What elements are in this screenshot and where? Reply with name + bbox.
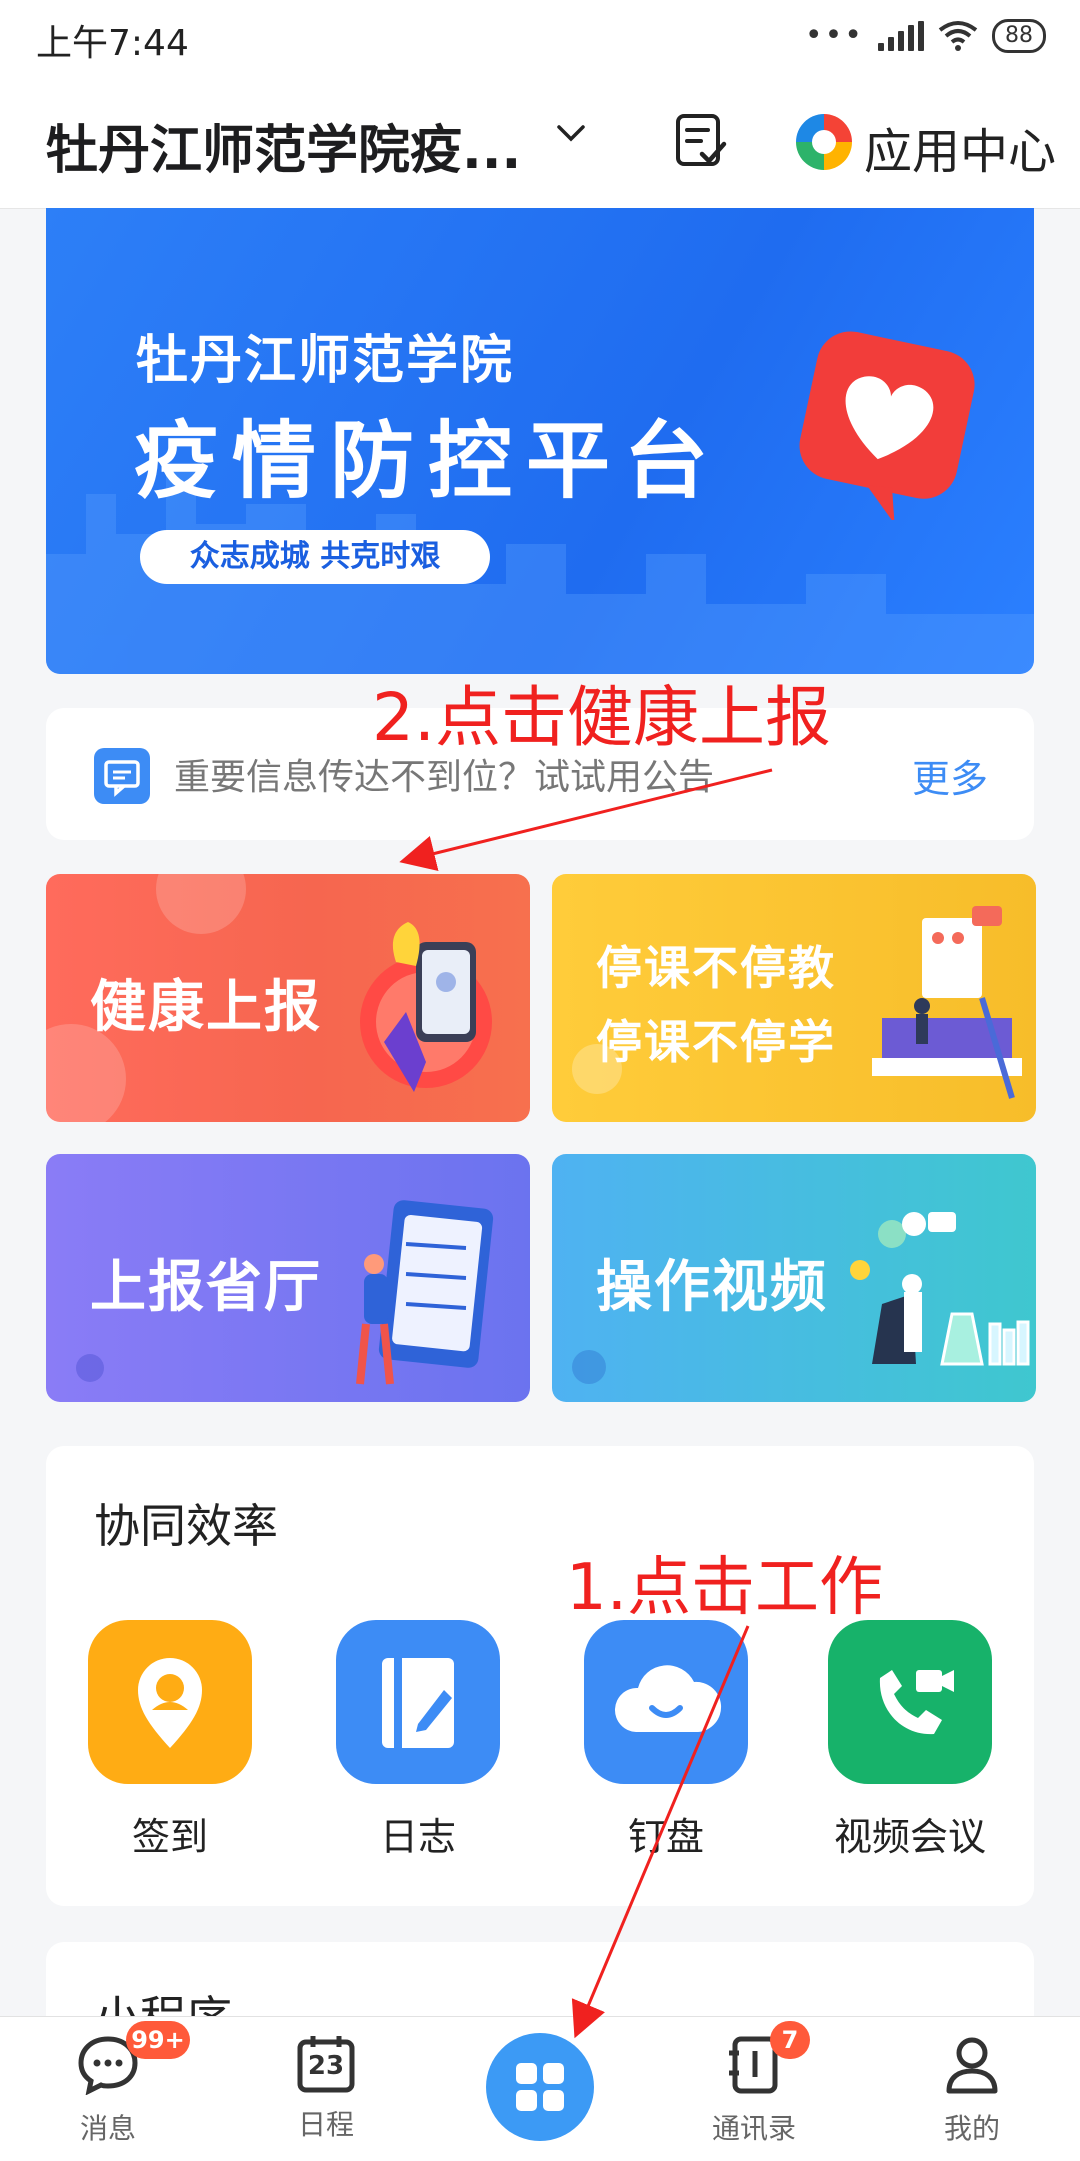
health-report-label: 健康上报 <box>90 975 322 1040</box>
tab-messages[interactable]: 消息 99+ <box>38 2021 190 2147</box>
health-report-illustration <box>360 922 492 1092</box>
bottom-tab-bar: 消息 99+ 23 日程 通讯录 7 我的 <box>0 2016 1080 2161</box>
calendar-icon: 23 <box>295 2033 357 2095</box>
location-pin-icon[interactable] <box>88 1620 252 1784</box>
heart-icon <box>799 331 975 520</box>
lab-illustration <box>850 1212 1030 1366</box>
org-title[interactable]: 牡丹江师范学院疫... <box>46 108 521 183</box>
chevron-down-icon[interactable] <box>556 118 586 148</box>
tab-work[interactable] <box>486 2033 594 2141</box>
report-province-label: 上报省厅 <box>90 1255 322 1320</box>
tutorial-video-card[interactable]: 操作视频 <box>552 1154 1036 1402</box>
report-province-card[interactable]: 上报省厅 <box>46 1154 530 1402</box>
notebook-icon[interactable] <box>336 1620 500 1784</box>
tab-messages-label: 消息 <box>79 2112 136 2145</box>
more-dots-icon: ••• <box>804 18 864 53</box>
video-call-icon[interactable] <box>828 1620 992 1784</box>
tab-me-label: 我的 <box>943 2112 1000 2145</box>
log-app[interactable]: 日志 <box>336 1620 538 1861</box>
tab-me[interactable]: 我的 <box>902 2033 1042 2147</box>
app-header: 牡丹江师范学院疫... 应用中心 <box>0 78 1080 209</box>
status-icons: ••• 88 <box>805 18 1046 53</box>
collaboration-heading: 协同效率 <box>94 1499 278 1553</box>
log-label: 日志 <box>379 1815 456 1859</box>
battery-indicator: 88 <box>992 18 1046 53</box>
video-meeting-app[interactable]: 视频会议 <box>828 1620 1030 1861</box>
todo-checklist-icon[interactable] <box>674 112 728 170</box>
app-center-icon[interactable] <box>796 114 852 170</box>
status-bar: 上午7:44 ••• 88 <box>0 0 1080 78</box>
banner-subtitle: 牡丹江师范学院 <box>136 331 515 391</box>
tab-calendar[interactable]: 23 日程 <box>256 2033 396 2143</box>
banner-slogan: 众志成城 共克时艰 <box>140 530 490 584</box>
banner-title: 疫情防控平台 <box>134 412 723 510</box>
status-time: 上午7:44 <box>36 23 189 64</box>
online-teaching-card[interactable]: 停课不停教 停课不停学 <box>552 874 1036 1122</box>
messages-badge: 99+ <box>126 2021 190 2059</box>
online-teaching-line1: 停课不停教 <box>596 941 836 995</box>
grid-apps-icon <box>516 2063 564 2111</box>
calendar-date: 23 <box>307 2051 345 2081</box>
cloud-icon[interactable] <box>584 1620 748 1784</box>
contacts-badge: 7 <box>770 2021 810 2059</box>
video-meeting-label: 视频会议 <box>833 1815 986 1859</box>
tab-contacts-label: 通讯录 <box>711 2112 796 2145</box>
online-teaching-line2: 停课不停学 <box>596 1015 836 1069</box>
classroom-illustration <box>872 906 1022 1099</box>
announcement-icon <box>94 748 150 804</box>
wifi-icon <box>938 20 978 51</box>
annotation-step1: 1.点击工作 <box>566 1551 884 1625</box>
report-form-illustration <box>356 1200 494 1385</box>
tab-calendar-label: 日程 <box>297 2108 354 2141</box>
annotation-step2: 2.点击健康上报 <box>372 679 831 756</box>
epidemic-banner[interactable]: 牡丹江师范学院 疫情防控平台 众志成城 共克时艰 <box>46 208 1034 674</box>
dingpan-label: 钉盘 <box>627 1815 704 1859</box>
app-center-label[interactable]: 应用中心 <box>864 112 1056 182</box>
checkin-label: 签到 <box>131 1815 208 1859</box>
user-profile-icon <box>946 2037 998 2094</box>
checkin-app[interactable]: 签到 <box>88 1620 290 1861</box>
signal-icon <box>878 20 924 51</box>
more-link[interactable]: 更多 <box>912 748 988 803</box>
tutorial-video-label: 操作视频 <box>596 1255 828 1320</box>
dingpan-app[interactable]: 钉盘 <box>584 1620 786 1861</box>
collaboration-section: 协同效率 签到 日志 钉盘 视频会议 <box>46 1446 1034 1906</box>
tab-contacts[interactable]: 通讯录 7 <box>684 2021 824 2147</box>
health-report-card[interactable]: 健康上报 <box>46 874 530 1122</box>
